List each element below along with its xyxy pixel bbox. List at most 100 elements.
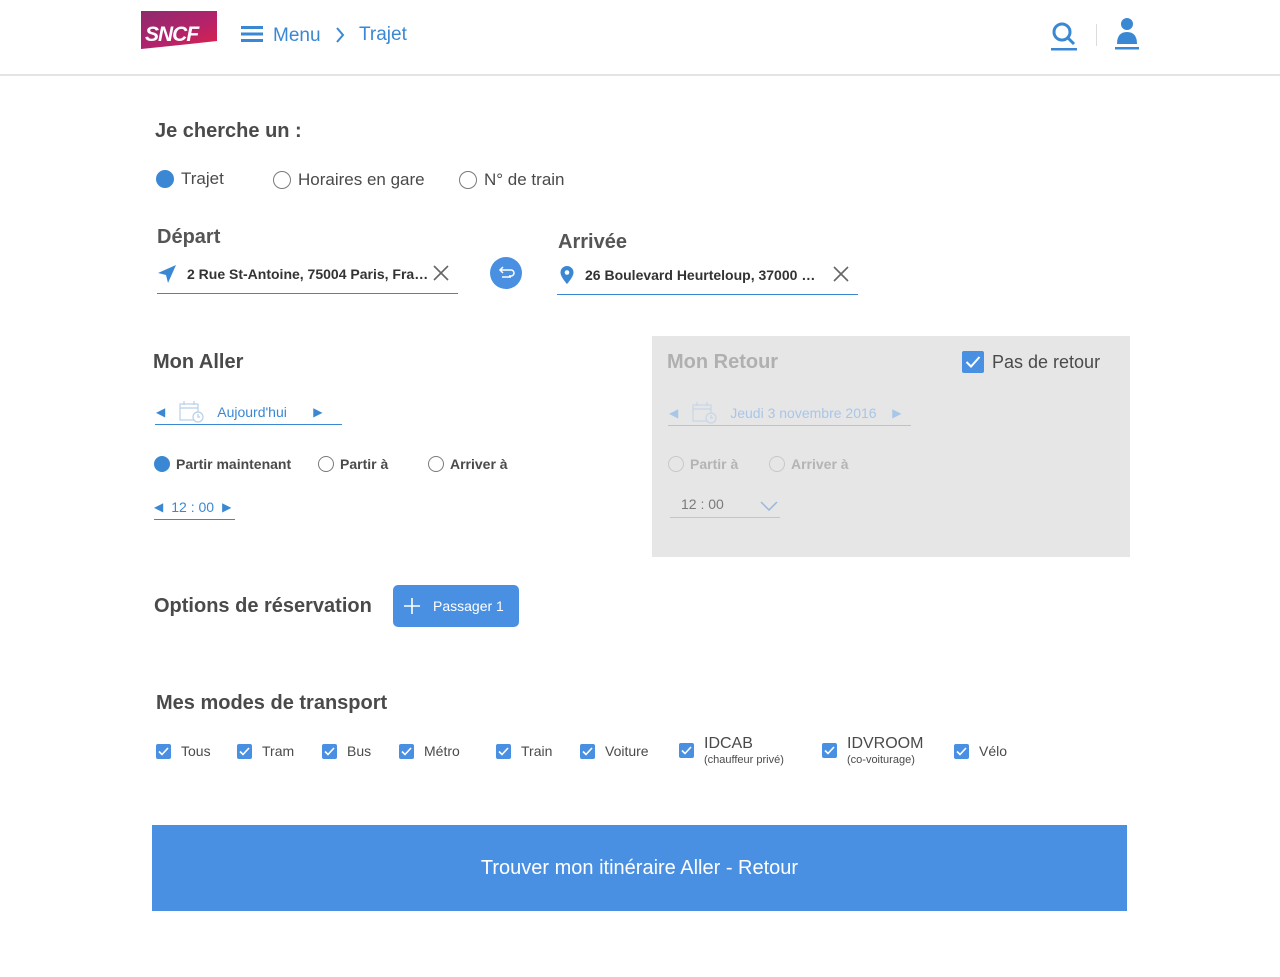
- radio-label: Horaires en gare: [298, 170, 425, 189]
- checkbox-box: [322, 743, 337, 759]
- retour-time-value: 12 : 00: [681, 495, 724, 512]
- radio-dot: [668, 456, 684, 472]
- breadcrumb[interactable]: Trajet: [359, 24, 407, 46]
- close-icon[interactable]: [432, 264, 450, 282]
- sncf-logo[interactable]: SNCF: [141, 11, 217, 49]
- radio-dot: [318, 456, 334, 472]
- checkbox-box: [822, 743, 837, 758]
- close-icon[interactable]: [832, 265, 850, 283]
- location-arrow-icon: [157, 264, 177, 284]
- radio-label: Trajet: [181, 169, 224, 188]
- checkbox-label: Métro: [424, 743, 460, 759]
- map-pin-icon: [559, 265, 575, 285]
- user-icon: [1114, 18, 1140, 55]
- checkbox-box: [954, 743, 969, 759]
- hamburger-icon: [241, 25, 263, 48]
- swap-button[interactable]: [490, 257, 522, 289]
- radio-label: Partir à: [690, 456, 739, 472]
- checkbox-label: Bus: [347, 743, 372, 759]
- search-type-title: Je cherche un :: [155, 120, 302, 142]
- retour-date-stepper: ◀ Jeudi 3 novembre 2016 ▶: [668, 400, 911, 426]
- radio-dot: [273, 171, 291, 189]
- checkbox-label: Tram: [262, 743, 295, 759]
- checkbox-label-main: IDCAB: [704, 735, 753, 752]
- retour-title: Mon Retour: [667, 351, 779, 373]
- account-button[interactable]: [1114, 17, 1140, 51]
- transport-checkbox-tous[interactable]: Tous: [156, 743, 211, 759]
- checkbox-label: IDVROOM (co-voiturage): [847, 735, 923, 766]
- radio-horaires[interactable]: Horaires en gare: [273, 170, 425, 190]
- departure-value: 2 Rue St-Antoine, 75004 Paris, France: [187, 265, 431, 282]
- retour-date-value: Jeudi 3 novembre 2016: [730, 404, 877, 421]
- no-return-checkbox[interactable]: Pas de retour: [962, 351, 1100, 373]
- radio-label: N° de train: [484, 170, 565, 189]
- plus-icon: [403, 597, 421, 615]
- checkbox-label: Voiture: [605, 743, 649, 759]
- radio-label: Partir maintenant: [176, 456, 292, 472]
- checkbox-box: [156, 743, 171, 759]
- menu-label: Menu: [273, 25, 321, 46]
- radio-partir-maintenant[interactable]: Partir maintenant: [154, 456, 291, 472]
- find-itinerary-label: Trouver mon itinéraire Aller - Retour: [480, 856, 799, 879]
- find-itinerary-button[interactable]: Trouver mon itinéraire Aller - Retour: [152, 825, 1127, 911]
- transport-checkbox-idcab[interactable]: IDCAB (chauffeur privé): [679, 735, 784, 766]
- checkbox-label-main: IDVROOM: [847, 735, 924, 752]
- departure-label: Départ: [157, 226, 221, 248]
- radio-dot: [428, 456, 444, 472]
- checkbox-box: [237, 743, 252, 759]
- radio-partir-a[interactable]: Partir à: [318, 456, 388, 472]
- header: SNCF Menu Trajet: [0, 0, 1280, 76]
- checkbox-label-sub: (co-voiturage): [847, 754, 915, 766]
- booking-title: Options de réservation: [154, 595, 372, 617]
- radio-arriver-a[interactable]: Arriver à: [428, 456, 508, 472]
- radio-dot: [154, 456, 170, 472]
- add-passenger-label: Passager 1: [433, 598, 504, 614]
- checkbox-label: Train: [521, 743, 553, 759]
- header-divider: [1096, 24, 1097, 46]
- transport-checkbox-metro[interactable]: Métro: [399, 743, 460, 759]
- arrival-label: Arrivée: [558, 231, 627, 253]
- radio-trajet[interactable]: Trajet: [156, 169, 224, 189]
- next-arrow-icon[interactable]: ▶: [222, 500, 231, 514]
- departure-field[interactable]: 2 Rue St-Antoine, 75004 Paris, France: [157, 254, 458, 294]
- add-passenger-button[interactable]: Passager 1: [393, 585, 519, 627]
- chevron-down-icon: [760, 498, 778, 516]
- radio-label: Partir à: [340, 456, 389, 472]
- retour-radio-arriver-a: Arriver à: [769, 456, 849, 472]
- aller-date-value: Aujourd'hui: [217, 403, 287, 420]
- radio-train-number[interactable]: N° de train: [459, 170, 565, 190]
- prev-arrow-icon[interactable]: ◀: [154, 500, 163, 514]
- arrival-value: 26 Boulevard Heurteloup, 37000 Tours: [585, 266, 821, 283]
- prev-arrow-icon: ◀: [669, 405, 679, 420]
- retour-radio-partir-a: Partir à: [668, 456, 738, 472]
- transport-checkbox-voiture[interactable]: Voiture: [580, 743, 649, 759]
- checkbox-box: [496, 743, 511, 759]
- menu-button[interactable]: Menu: [241, 23, 321, 49]
- transport-checkbox-tram[interactable]: Tram: [237, 743, 294, 759]
- radio-label: Arriver à: [791, 456, 849, 472]
- next-arrow-icon: ▶: [892, 405, 902, 420]
- transport-checkbox-idvroom[interactable]: IDVROOM (co-voiturage): [822, 735, 923, 766]
- checkbox-box: [962, 351, 984, 373]
- search-icon: [1050, 22, 1078, 56]
- aller-time-value: 12 : 00: [171, 498, 215, 515]
- aller-time-stepper[interactable]: ◀ 12 : 00 ▶: [154, 494, 235, 520]
- checkbox-label-sub: (chauffeur privé): [704, 754, 784, 766]
- checkbox-box: [580, 743, 595, 759]
- checkbox-label: Vélo: [979, 743, 1008, 759]
- transport-checkbox-train[interactable]: Train: [496, 743, 552, 759]
- search-button[interactable]: [1050, 20, 1078, 52]
- prev-arrow-icon[interactable]: ◀: [156, 405, 165, 419]
- retour-time-dropdown: 12 : 00: [670, 490, 780, 518]
- radio-dot: [459, 171, 477, 189]
- aller-date-stepper[interactable]: ◀ Aujourd'hui ▶: [155, 399, 342, 425]
- transport-checkbox-velo[interactable]: Vélo: [954, 743, 1007, 759]
- arrival-field[interactable]: 26 Boulevard Heurteloup, 37000 Tours: [557, 255, 858, 295]
- no-return-label: Pas de retour: [992, 351, 1101, 372]
- swap-icon: [496, 263, 516, 283]
- aller-title: Mon Aller: [153, 351, 244, 373]
- radio-dot: [769, 456, 785, 472]
- next-arrow-icon[interactable]: ▶: [313, 405, 322, 419]
- svg-text:SNCF: SNCF: [145, 23, 200, 46]
- transport-checkbox-bus[interactable]: Bus: [322, 743, 371, 759]
